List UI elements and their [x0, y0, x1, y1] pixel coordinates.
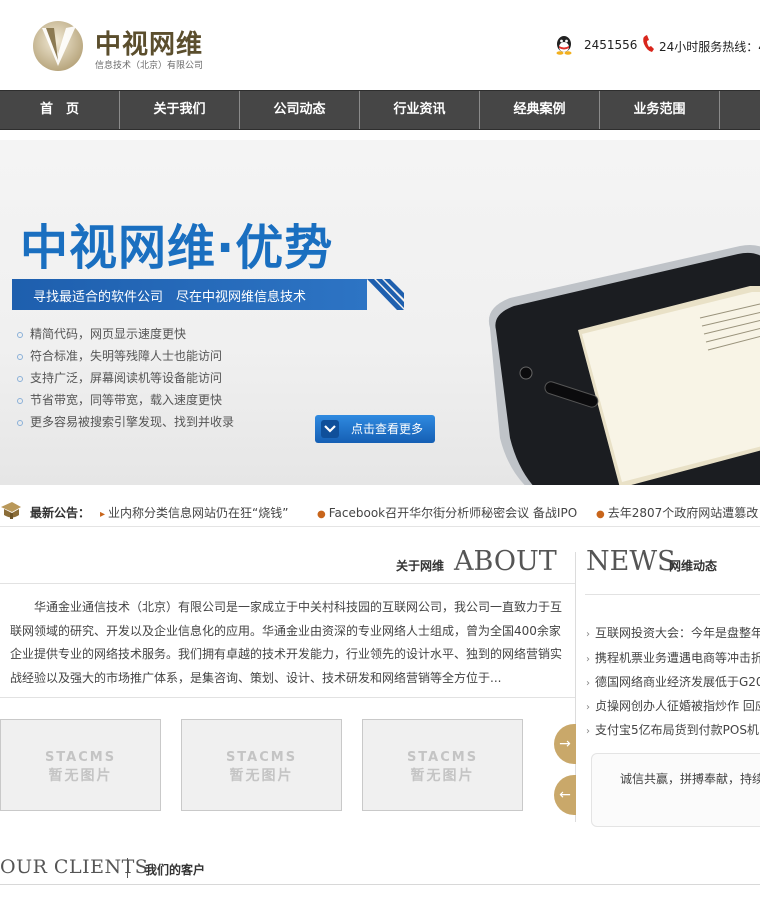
placeholder-text: 暂无图片 [48, 768, 113, 784]
motto-box: 诚信共赢，拼搏奉献，持续 [591, 753, 760, 827]
news-item[interactable]: › 支付宝5亿布局货到付款POS机 [586, 721, 760, 738]
caret-right-icon: › [586, 629, 590, 640]
news-heading-en: NEWS [586, 546, 676, 577]
logo-subtitle: 信息技术（北京）有限公司 [95, 61, 204, 71]
bullet-icon [17, 397, 23, 404]
about-heading-cn: 关于网维 [396, 559, 445, 573]
feature-text: 精简代码，网页显示速度更快 [30, 327, 187, 341]
feature-item: 更多容易被搜索引擎发现、找到并收录 [17, 413, 234, 430]
bullet-icon: ● [596, 509, 605, 520]
news-title: 互联网投资大会：今年是盘整年 [595, 626, 760, 640]
announcement-text: Facebook召开华尔街分析师秘密会议 备战IPO [328, 506, 578, 520]
placeholder-logo-text: STACMS [406, 750, 479, 765]
caret-right-icon: › [586, 654, 590, 665]
caret-right-icon: › [586, 726, 590, 737]
banner-slogan: 寻找最适合的软件公司 尽在中视网维信息技术 [33, 290, 307, 305]
announcement-label: 最新公告： [30, 506, 91, 520]
announcement-item[interactable]: ● 去年2807个政府网站遭篡改 [596, 504, 758, 521]
case-thumbnail[interactable]: STACMS 暂无图片 [362, 719, 523, 811]
news-item[interactable]: › 贞操网创办人征婚被指炒作 回应 [586, 697, 760, 714]
view-more-button[interactable]: 点击查看更多 [315, 415, 435, 443]
view-more-label: 点击查看更多 [351, 422, 424, 436]
news-title: 贞操网创办人征婚被指炒作 回应 [595, 699, 760, 713]
announcement-icon [1, 502, 21, 519]
phone-icon [643, 35, 654, 52]
prev-arrow-button[interactable]: ← [554, 775, 576, 815]
bullet-icon [17, 331, 23, 338]
next-arrow-button[interactable]: → [554, 724, 576, 764]
divider [127, 858, 128, 878]
nav-item-home[interactable]: 首 页 [0, 91, 120, 129]
feature-text: 节省带宽，同等带宽，载入速度更快 [30, 393, 223, 407]
news-item[interactable]: › 互联网投资大会：今年是盘整年 [586, 624, 760, 641]
news-heading-cn: 网维动态 [669, 559, 718, 573]
divider [0, 697, 575, 698]
case-thumbnail[interactable]: STACMS 暂无图片 [181, 719, 342, 811]
feature-item: 符合标准，失明等残障人士也能访问 [17, 347, 222, 364]
nav-item-cases[interactable]: 经典案例 [480, 91, 600, 129]
feature-text: 更多容易被搜索引擎发现、找到并收录 [30, 415, 235, 429]
news-title: 支付宝5亿布局货到付款POS机 [595, 723, 759, 737]
bullet-icon [17, 419, 23, 426]
nav-item-about[interactable]: 关于我们 [120, 91, 240, 129]
news-item[interactable]: › 德国网络商业经济发展低于G20 [586, 673, 760, 690]
banner-title: 中视网维·优势 [20, 220, 334, 276]
announcement-item[interactable]: ▸ 业内称分类信息网站仍在狂“烧钱” [100, 504, 288, 521]
news-item[interactable]: › 携程机票业务遭遇电商等冲击折 [586, 649, 760, 666]
announcement-text: 业内称分类信息网站仍在狂“烧钱” [108, 506, 289, 520]
divider [585, 594, 760, 595]
caret-right-icon: › [586, 702, 590, 713]
placeholder-text: 暂无图片 [410, 768, 475, 784]
news-title: 携程机票业务遭遇电商等冲击折 [595, 651, 760, 665]
bullet-icon: ▸ [100, 509, 106, 520]
about-heading-en: ABOUT [454, 546, 557, 577]
arrow-left-icon: ← [559, 787, 571, 803]
nav-item-recruit[interactable]: 人 [720, 91, 760, 129]
tablet-device-image [489, 245, 760, 485]
caret-right-icon: › [586, 678, 590, 689]
feature-item: 支持广泛，屏幕阅读机等设备能访问 [17, 369, 222, 386]
news-title: 德国网络商业经济发展低于G20 [595, 675, 760, 689]
site-header: 中视网维 信息技术（北京）有限公司 2451556 24小时服务热线：4 [0, 0, 760, 90]
nav-item-company-news[interactable]: 公司动态 [240, 91, 360, 129]
divider [0, 884, 760, 885]
clients-heading-cn: 我们的客户 [145, 863, 206, 877]
announcement-item[interactable]: ● Facebook召开华尔街分析师秘密会议 备战IPO [317, 504, 577, 521]
bullet-icon [17, 353, 23, 360]
placeholder-text: 暂无图片 [229, 768, 294, 784]
arrow-right-icon: → [559, 736, 571, 752]
chevron-down-icon [321, 420, 339, 438]
announcement-bar: 最新公告： ▸ 业内称分类信息网站仍在狂“烧钱” ● Facebook召开华尔街分析… [0, 495, 760, 527]
bullet-icon: ● [317, 509, 326, 520]
feature-text: 支持广泛，屏幕阅读机等设备能访问 [30, 371, 223, 385]
placeholder-logo-text: STACMS [225, 750, 298, 765]
about-paragraph: 华通金业通信技术（北京）有限公司是一家成立于中关村科技园的互联网公司，我公司一直… [10, 600, 563, 685]
qq-icon[interactable] [553, 34, 575, 56]
logo-icon[interactable] [32, 20, 84, 72]
feature-text: 符合标准，失明等残障人士也能访问 [30, 349, 223, 363]
feature-item: 精简代码，网页显示速度更快 [17, 325, 186, 342]
placeholder-logo-text: STACMS [44, 750, 117, 765]
nav-item-industry-news[interactable]: 行业资讯 [360, 91, 480, 129]
logo-name[interactable]: 中视网维 [95, 24, 203, 61]
main-nav: 首 页 关于我们 公司动态 行业资讯 经典案例 业务范围 人 [0, 90, 760, 130]
bullet-icon [17, 375, 23, 382]
case-thumbnail[interactable]: STACMS 暂无图片 [0, 719, 161, 811]
announcement-text: 去年2807个政府网站遭篡改 [607, 506, 759, 520]
nav-item-services[interactable]: 业务范围 [600, 91, 720, 129]
hero-banner[interactable]: 中视网维·优势 寻找最适合的软件公司 尽在中视网维信息技术 精简代码，网页显示速… [0, 140, 760, 485]
motto-text: 诚信共赢，拼搏奉献，持续 [620, 772, 760, 786]
feature-item: 节省带宽，同等带宽，载入速度更快 [17, 391, 222, 408]
qq-number[interactable]: 2451556 [584, 38, 637, 52]
divider [0, 583, 575, 584]
hotline-text: 24小时服务热线：4 [659, 40, 760, 54]
